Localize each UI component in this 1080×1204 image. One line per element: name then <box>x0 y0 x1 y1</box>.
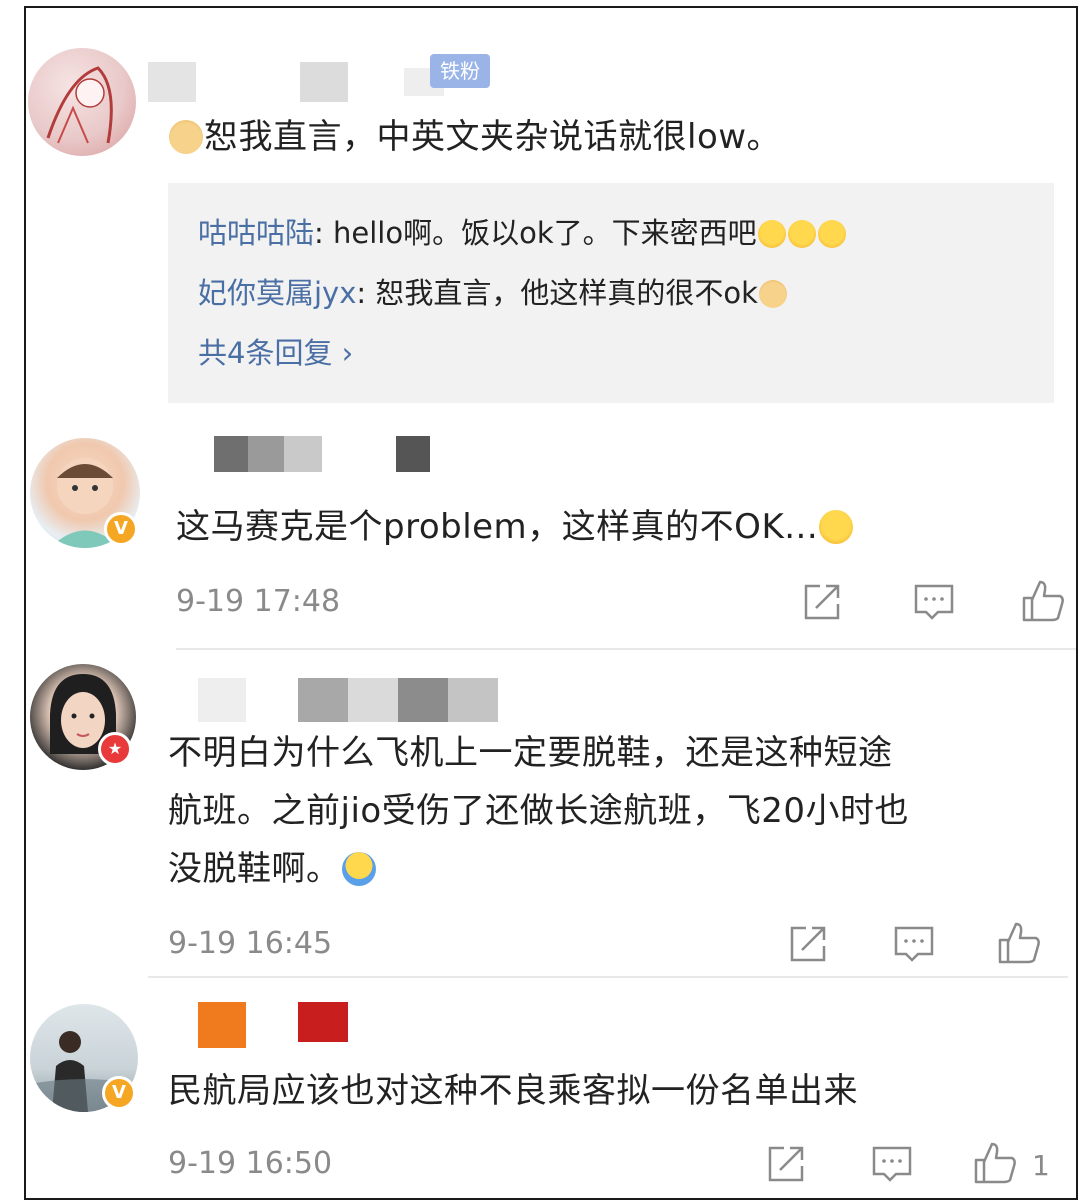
avatar-illustration <box>46 66 113 144</box>
laugh-cry-emoji <box>787 220 816 248</box>
comment-list: 铁粉 恕我直言，中英文夹杂说话就很low。 咕咕咕陆: hello啊。饭以ok了… <box>24 6 1078 1200</box>
reply-icon[interactable] <box>870 1142 914 1186</box>
blurred-username <box>396 436 430 472</box>
comment-line: 航班。之前jio受伤了还做长途航班，飞20小时也 <box>168 791 909 831</box>
blurred-username <box>214 436 248 472</box>
reply-item: 妃你莫属jyx: 恕我直言，他这样真的很不ok <box>198 273 788 313</box>
divider <box>148 976 1068 978</box>
blurred-username <box>298 678 348 722</box>
comment-text: 这马赛克是个problem，这样真的不OK... <box>176 498 854 556</box>
share-icon[interactable] <box>800 580 844 624</box>
laugh-cry-emoji <box>819 510 854 544</box>
reply-author-link[interactable]: 妃你莫属jyx <box>198 276 356 310</box>
like-icon[interactable] <box>1020 578 1064 622</box>
like-icon[interactable] <box>972 1140 1016 1184</box>
reply-icon[interactable] <box>912 580 956 624</box>
star-badge-icon: ★ <box>98 732 132 766</box>
blurred-username <box>448 678 498 722</box>
reply-author-link[interactable]: 咕咕咕陆 <box>198 216 314 250</box>
laugh-cry-emoji <box>757 220 786 248</box>
comment-text: 恕我直言，中英文夹杂说话就很low。 <box>168 108 781 166</box>
doge-emoji <box>758 280 787 308</box>
verified-badge-icon: V <box>104 512 138 546</box>
comment-line-last: 没脱鞋啊。 <box>168 840 909 898</box>
comment-text: 不明白为什么飞机上一定要脱鞋，还是这种短途 航班。之前jio受伤了还做长途航班，… <box>168 724 909 898</box>
share-icon[interactable] <box>786 922 830 966</box>
doge-emoji <box>169 120 203 154</box>
verified-badge-icon: V <box>102 1076 136 1110</box>
share-icon[interactable] <box>764 1142 808 1186</box>
like-icon[interactable] <box>996 920 1040 964</box>
blurred-username <box>284 436 322 472</box>
blurred-username <box>348 678 398 722</box>
blurred-username <box>248 436 284 472</box>
blurred-username <box>198 678 246 722</box>
avatar[interactable] <box>28 48 136 156</box>
comment-timestamp: 9-19 16:50 <box>168 1146 333 1181</box>
shrug-emoji <box>341 852 376 886</box>
reply-icon[interactable] <box>892 922 936 966</box>
blurred-username <box>148 62 196 102</box>
comment-text: 民航局应该也对这种不良乘客拟一份名单出来 <box>168 1071 858 1111</box>
more-replies-link[interactable]: 共4条回复 › <box>198 333 353 373</box>
fan-badge: 铁粉 <box>430 54 490 88</box>
reply-preview-box[interactable]: 咕咕咕陆: hello啊。饭以ok了。下来密西吧 妃你莫属jyx: 恕我直言，他… <box>168 183 1054 403</box>
laugh-cry-emoji <box>817 220 846 248</box>
blurred-username <box>300 62 348 102</box>
blurred-username <box>398 678 448 722</box>
like-count: 1 <box>1032 1149 1050 1182</box>
reply-item: 咕咕咕陆: hello啊。饭以ok了。下来密西吧 <box>198 213 847 253</box>
comment-timestamp: 9-19 16:45 <box>168 926 333 961</box>
comment-line: 不明白为什么飞机上一定要脱鞋，还是这种短途 <box>168 733 893 773</box>
blurred-username <box>298 1002 348 1042</box>
divider <box>176 648 1076 650</box>
blurred-username <box>198 1002 246 1048</box>
comment-timestamp: 9-19 17:48 <box>176 584 341 619</box>
